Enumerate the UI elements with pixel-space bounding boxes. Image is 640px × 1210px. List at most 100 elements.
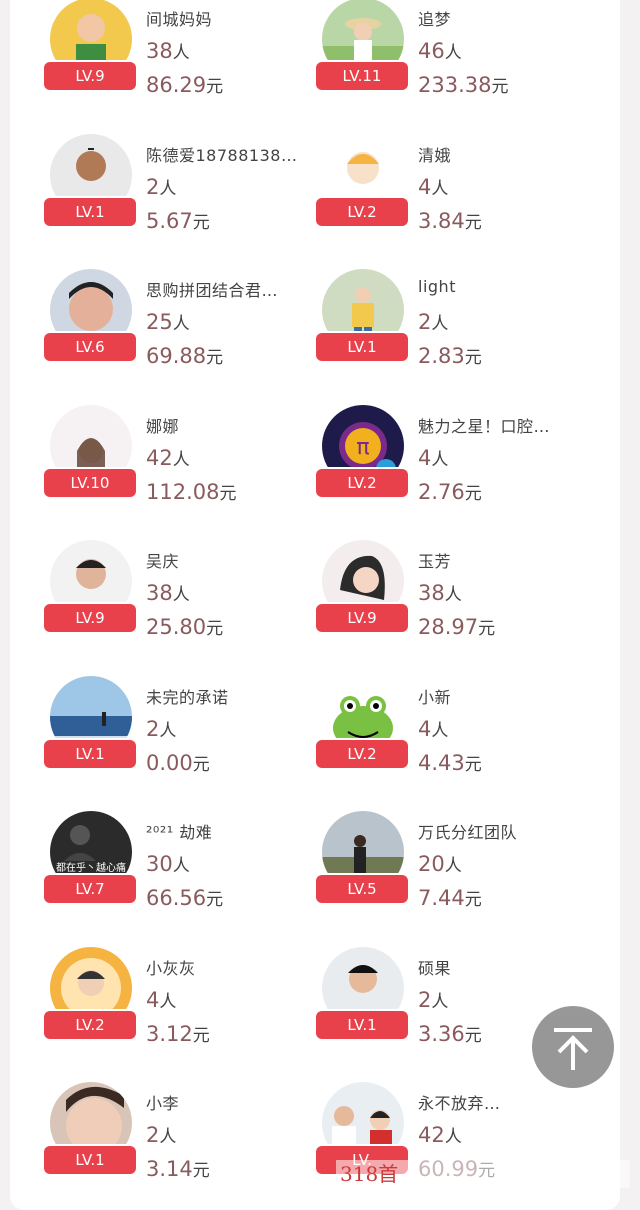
level-badge: LV.2 [316,739,408,768]
earned-amount-value: 233.38 [418,73,492,97]
member-card[interactable]: LV.2 小新 4人 4.43元 [316,675,616,796]
earned-amount-unit: 元 [464,890,482,910]
earned-amount-unit: 元 [464,1025,482,1046]
earned-amount: 3.12元 [146,1021,210,1046]
member-card[interactable]: LV.9 间城妈妈 38人 86.29元 [44,0,344,118]
invite-count-value: 30 [146,852,173,876]
earned-amount: 3.14元 [146,1156,210,1181]
earned-amount-unit: 元 [192,754,210,775]
earned-amount-value: 28.97 [418,615,479,639]
earned-amount: 66.56元 [146,885,223,910]
level-badge: LV.1 [44,1146,136,1174]
invite-count-unit: 人 [431,178,449,199]
earned-amount-unit: 元 [219,483,237,504]
member-card[interactable]: LV.5 万氏分红团队 20人 7.44元 [316,811,616,931]
earned-amount-value: 112.08 [146,479,220,504]
earned-amount: 4.43元 [418,750,482,775]
level-badge: LV.2 [316,197,408,226]
earned-amount-value: 0.00 [146,750,193,775]
earned-amount: 112.08元 [146,479,236,504]
earned-amount-value: 2.76 [418,479,465,504]
earned-amount-value: 69.88 [146,344,207,368]
invite-count-unit: 人 [444,1127,462,1147]
member-name: 硕果 [418,958,452,978]
watermark: 318首 [336,1160,630,1188]
member-name: 清娥 [418,145,452,165]
invite-count-value: 4 [418,174,432,199]
invite-count-unit: 人 [444,856,462,876]
earned-amount: 2.76元 [418,479,482,504]
earned-amount-unit: 元 [464,483,482,504]
member-name: 追梦 [418,10,452,29]
member-card[interactable]: LV.1 小李 2人 3.14元 [44,1082,344,1202]
level-badge: LV.2 [44,1010,136,1039]
earned-amount: 86.29元 [146,72,223,97]
level-badge: LV.1 [44,197,136,226]
back-to-top-button[interactable] [532,1006,614,1088]
member-name: 玉芳 [418,552,452,571]
member-card[interactable]: LV.1 陈德爱18788138… 2人 5.67元 [44,133,344,254]
earned-amount-value: 2.83 [418,344,465,368]
earned-amount-value: 3.12 [146,1021,193,1046]
earned-amount: 25.80元 [146,614,223,639]
invite-count-value: 2 [146,1123,160,1147]
invite-count-unit: 人 [431,449,449,470]
invite-count-value: 25 [146,310,173,334]
member-card[interactable]: LV.11 追梦 46人 233.38元 [316,0,616,118]
earned-amount: 2.83元 [418,343,482,368]
invite-count-unit: 人 [172,585,190,605]
invite-count-unit: 人 [172,314,190,334]
earned-amount-value: 5.67 [146,208,193,233]
earned-amount: 233.38元 [418,72,508,97]
invite-count-unit: 人 [431,314,449,334]
earned-amount-unit: 元 [491,77,509,97]
earned-amount-value: 66.56 [146,886,207,910]
member-card[interactable]: LV.2 小灰灰 4人 3.12元 [44,946,344,1067]
member-card[interactable]: LV.1 未完的承诺 2人 0.00元 [44,675,344,796]
level-badge: LV.9 [44,604,136,632]
invite-count: 2人 [418,987,448,1012]
svg-text:都在乎丶越心痛: 都在乎丶越心痛 [56,861,126,874]
earned-amount: 5.67元 [146,208,210,233]
member-card[interactable]: LV.2 清娥 4人 3.84元 [316,133,616,254]
invite-count: 25人 [146,309,190,334]
earned-amount: 7.44元 [418,885,482,910]
member-name: 小新 [418,687,452,707]
invite-count-value: 2 [418,987,432,1012]
invite-count-value: 4 [418,445,432,470]
earned-amount-value: 25.80 [146,615,207,639]
level-badge: LV.2 [316,468,408,497]
invite-count: 2人 [146,1122,176,1147]
invite-count: 4人 [146,987,176,1012]
earned-amount: 3.84元 [418,208,482,233]
invite-count-unit: 人 [159,991,177,1012]
member-card[interactable]: LV.9 吴庆 38人 25.80元 [44,540,344,660]
earned-amount-unit: 元 [206,619,224,639]
invite-count-value: 20 [418,852,445,876]
earned-amount: 3.36元 [418,1021,482,1046]
invite-count-unit: 人 [172,449,190,470]
earned-amount-value: 86.29 [146,73,207,97]
earned-amount-unit: 元 [206,348,224,368]
member-card[interactable]: LV.9 玉芳 38人 28.97元 [316,540,616,660]
invite-count: 42人 [418,1122,462,1147]
member-card[interactable]: LV.1 light 2人 2.83元 [316,269,616,389]
level-badge: LV.7 [44,875,136,903]
invite-count: 4人 [418,716,448,741]
svg-text:π: π [356,435,369,460]
invite-count-unit: 人 [444,585,462,605]
level-badge: LV.1 [316,333,408,361]
member-card[interactable]: π LV.2 魅力之星！口腔… 4人 2.76元 [316,404,616,525]
member-card[interactable]: LV.10 娜娜 42人 112.08元 [44,404,344,525]
invite-count-unit: 人 [431,991,449,1012]
earned-amount-unit: 元 [192,1161,210,1181]
earned-amount-value: 4.43 [418,750,465,775]
member-card[interactable]: 都在乎丶越心痛 LV.7 ²⁰²¹ 劫难 30人 66.56元 [44,811,344,931]
level-badge: LV.1 [44,739,136,768]
invite-count-value: 42 [146,445,173,470]
invite-count-unit: 人 [159,178,177,199]
invite-count: 4人 [418,445,448,470]
invite-count: 2人 [146,716,176,741]
earned-amount-value: 3.36 [418,1021,465,1046]
member-card[interactable]: LV.6 思购拼团结合君… 25人 69.88元 [44,269,344,389]
